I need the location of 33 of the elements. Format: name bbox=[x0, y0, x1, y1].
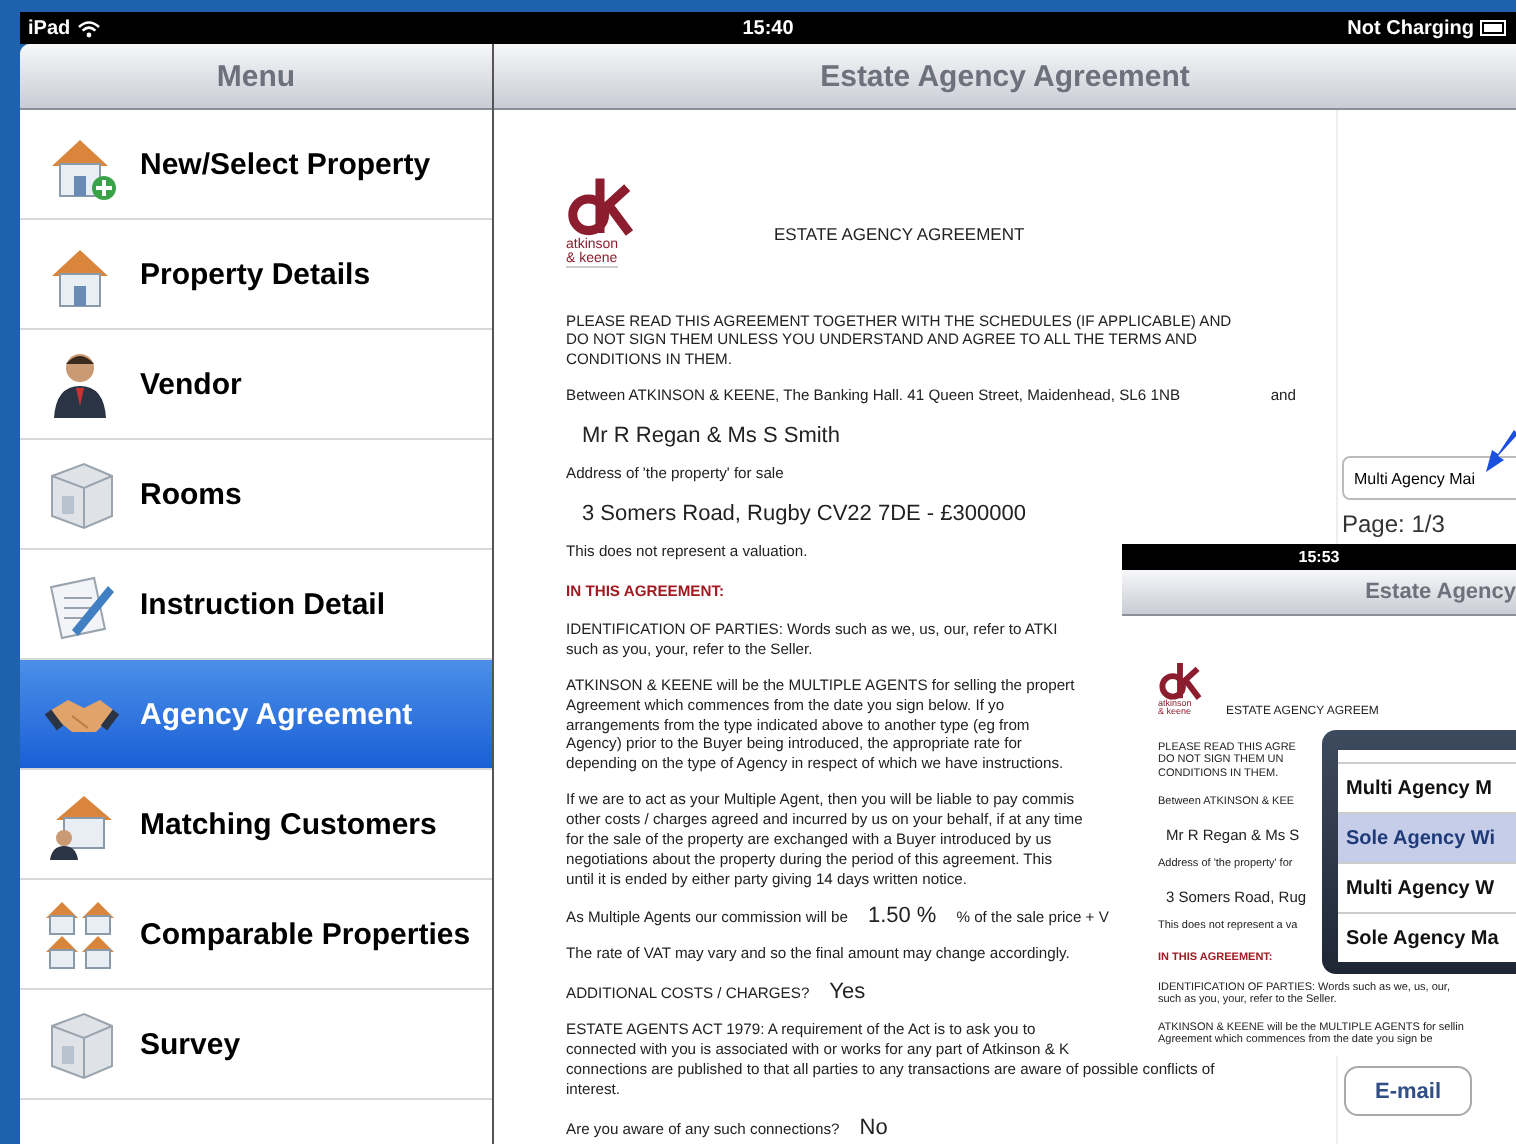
sidebar-item[interactable]: Survey bbox=[20, 990, 492, 1100]
clock-time: 15:40 bbox=[742, 17, 794, 39]
filled-value: Mr R Regan & Ms S Smith bbox=[582, 424, 840, 449]
answer-value: 1.50 % bbox=[867, 904, 937, 929]
logo-monogram-icon bbox=[566, 174, 634, 236]
sidebar-item[interactable]: Agency Agreement bbox=[20, 660, 492, 770]
nav-title: Estate Agency bbox=[1365, 580, 1516, 604]
picker-option[interactable]: Multi Agency W bbox=[1338, 862, 1516, 912]
houses-icon bbox=[44, 896, 120, 972]
page-indicator: Page: 1/3 bbox=[1342, 510, 1447, 538]
arrow-icon bbox=[1486, 430, 1516, 474]
sidebar-item[interactable]: Property Details bbox=[20, 220, 492, 330]
nav-title: Menu bbox=[216, 59, 296, 93]
sidebar-item[interactable]: New/Select Property bbox=[20, 110, 492, 220]
battery-icon bbox=[1480, 20, 1508, 36]
battery-status: Not Charging bbox=[1347, 17, 1474, 39]
clock-time: 15:53 bbox=[1298, 548, 1340, 566]
device-label: iPad bbox=[28, 17, 71, 39]
answer-value: No bbox=[859, 1115, 888, 1140]
email-button[interactable]: E-mail bbox=[1344, 1066, 1472, 1116]
answer-value: Yes bbox=[829, 980, 866, 1005]
sidebar-item[interactable]: Vendor bbox=[20, 330, 492, 440]
document-title: ESTATE AGENCY AGREEMENT bbox=[774, 223, 1025, 244]
logo-monogram-icon bbox=[1158, 660, 1202, 700]
picker-option[interactable]: Sole Agency Wi bbox=[1338, 812, 1516, 862]
agency-picker[interactable]: Multi Agency M Sole Agency Wi Multi Agency W Sole Agency Ma bbox=[1322, 730, 1516, 974]
sidebar-item[interactable]: Matching Customers bbox=[20, 770, 492, 880]
nav-title: Estate Agency Agreement bbox=[820, 59, 1190, 93]
wifi-icon bbox=[78, 19, 101, 37]
picker-option[interactable]: Sole Agency Ma bbox=[1338, 912, 1516, 962]
sidebar-item[interactable]: Rooms bbox=[20, 440, 492, 550]
sidebar-item[interactable]: Comparable Properties bbox=[20, 880, 492, 990]
filled-value: 3 Somers Road, Rugby CV22 7DE - £300000 bbox=[582, 502, 1026, 527]
